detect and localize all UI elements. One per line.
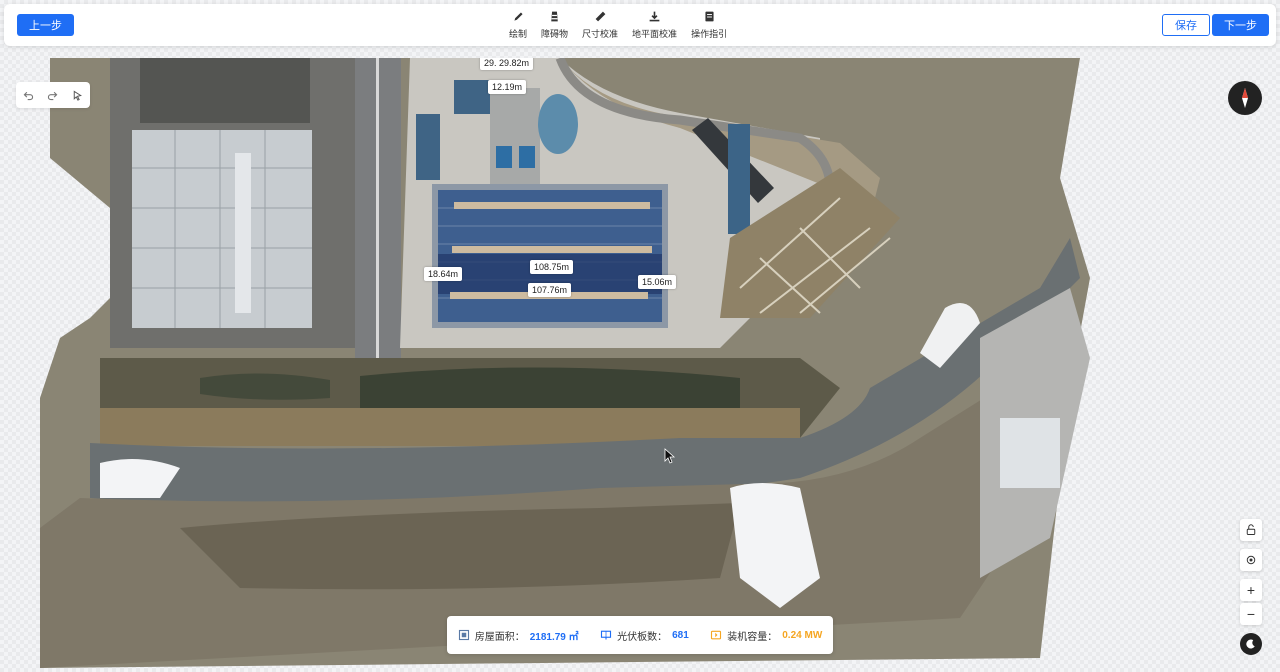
tool-group: 绘制 障碍物 尺寸校准 地平面校准 操作指引 <box>509 10 727 40</box>
measurement-label: 108.75m <box>530 260 574 274</box>
measurement-label: 12.19m <box>488 80 527 94</box>
unlock-icon[interactable] <box>1240 519 1262 541</box>
tool-obstacle[interactable]: 障碍物 <box>541 10 568 40</box>
tool-ground-calibration[interactable]: 地平面校准 <box>632 10 677 40</box>
guide-icon <box>705 11 714 22</box>
tool-guide-label: 操作指引 <box>691 29 728 39</box>
measurement-label: 107.76m <box>528 283 572 297</box>
solar-panel-icon <box>601 630 612 640</box>
pv-panels-stat: 光伏板数： 681 <box>600 628 689 643</box>
save-button[interactable]: 保存 <box>1162 14 1210 36</box>
pv-panels-value: 681 <box>672 629 689 641</box>
night-mode-icon[interactable] <box>1240 633 1262 655</box>
pv-panels-label: 光伏板数： <box>617 631 668 643</box>
undo-icon[interactable] <box>22 89 35 102</box>
compass-icon[interactable] <box>1228 81 1262 115</box>
measurement-label: 29. 29.82m <box>480 58 534 70</box>
prev-step-button[interactable]: 上一步 <box>17 14 74 36</box>
mouse-cursor-icon <box>664 448 676 464</box>
pen-icon <box>513 12 523 21</box>
roof-area-value: 2181.79 ㎡ <box>529 631 579 643</box>
capacity-icon <box>711 630 722 640</box>
tool-size-calibration-label: 尺寸校准 <box>582 29 619 39</box>
obstacle-icon <box>551 11 558 22</box>
locate-icon[interactable] <box>1240 549 1262 571</box>
roof-area-stat: 房屋面积： 2181.79 ㎡ <box>458 628 579 643</box>
measurement-label: 15.06m <box>638 275 677 289</box>
next-step-button[interactable]: 下一步 <box>1212 14 1269 36</box>
ground-icon <box>649 11 660 22</box>
stats-panel: 房屋面积： 2181.79 ㎡ 光伏板数： 681 装机容量： 0.24 MW <box>447 616 833 654</box>
tool-draw[interactable]: 绘制 <box>509 10 527 40</box>
roof-area-label: 房屋面积： <box>474 631 525 643</box>
measurement-label: 18.64m <box>424 267 463 281</box>
ruler-icon <box>595 11 605 22</box>
aerial-3d-model-view[interactable]: 29. 29.82m 12.19m 18.64m 108.75m 15.06m … <box>40 58 1100 668</box>
aerial-terrain <box>40 58 1090 668</box>
top-toolbar: 上一步 绘制 障碍物 尺寸校准 地平面校准 操作指引 保存 下一步 <box>4 4 1276 46</box>
select-cursor-icon[interactable] <box>71 89 84 102</box>
capacity-stat: 装机容量： 0.24 MW <box>710 628 822 643</box>
capacity-value: 0.24 MW <box>782 629 823 641</box>
tool-ground-calibration-label: 地平面校准 <box>632 29 678 39</box>
tool-draw-label: 绘制 <box>509 29 528 39</box>
zoom-out-button[interactable]: − <box>1240 603 1262 625</box>
redo-icon[interactable] <box>46 89 59 102</box>
tool-obstacle-label: 障碍物 <box>541 29 569 39</box>
capacity-label: 装机容量： <box>727 631 778 643</box>
roof-area-icon <box>458 629 469 641</box>
tool-guide[interactable]: 操作指引 <box>691 10 727 40</box>
tool-size-calibration[interactable]: 尺寸校准 <box>582 10 618 40</box>
zoom-in-button[interactable]: + <box>1240 579 1262 601</box>
history-toolbar <box>16 82 90 108</box>
